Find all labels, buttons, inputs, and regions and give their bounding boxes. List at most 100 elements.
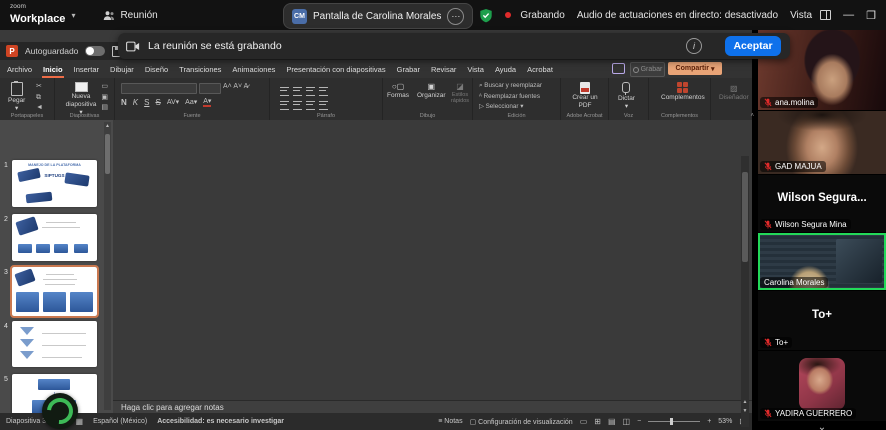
slide-thumbnail-panel: 1 MANEJO DE LA PLATAFORMA SIPTUGS 2 3 xyxy=(0,120,113,413)
info-icon[interactable]: i xyxy=(686,38,702,54)
font-name-combobox[interactable] xyxy=(121,83,197,94)
editing-group: ⌕ Buscar y reemplazar ᴬ Reemplazar fuent… xyxy=(473,78,561,120)
muted-mic-icon xyxy=(764,98,772,107)
participant-video-active-speaker[interactable]: Carolina Morales xyxy=(758,233,886,290)
ppt-record-button[interactable]: Grabar xyxy=(630,62,665,77)
tab-grabar[interactable]: Grabar xyxy=(396,62,421,78)
muted-mic-icon xyxy=(764,220,772,229)
autosave-toggle[interactable] xyxy=(85,46,105,56)
reading-view-icon[interactable]: ▤ xyxy=(608,417,616,426)
participant-video[interactable]: YADIRA GUERRERO xyxy=(758,351,886,421)
tab-presentacion[interactable]: Presentación con diapositivas xyxy=(285,62,386,78)
tab-archivo[interactable]: Archivo xyxy=(6,62,33,78)
restore-window-button[interactable]: ❐ xyxy=(866,9,876,22)
slide-sorter-icon[interactable]: ⊞ xyxy=(594,417,601,426)
dictate-button[interactable]: Dictar▾ xyxy=(618,82,635,111)
replace-fonts-item[interactable]: ᴬ Reemplazar fuentes xyxy=(479,92,542,103)
notes-placeholder: Haga clic para agregar notas xyxy=(121,403,224,412)
zoom-workplace-logo[interactable]: zoom Workplace xyxy=(10,4,65,27)
tab-animaciones[interactable]: Animaciones xyxy=(231,62,276,78)
notes-toggle[interactable]: ≡ Notas xyxy=(438,418,462,425)
participant-video[interactable]: GAD MAJUA xyxy=(758,111,886,174)
accept-button[interactable]: Aceptar xyxy=(725,36,781,56)
tab-shared-screen[interactable]: CM Pantalla de Carolina Morales ⋯ xyxy=(283,3,473,29)
font-grow-shrink-icons[interactable]: A˄ A˅ A̷ xyxy=(223,82,248,93)
layout-icons[interactable]: ▭▣▤ xyxy=(101,82,108,114)
new-slide-button[interactable]: Nueva diapositiva▾ xyxy=(61,82,101,116)
zoom-out-button[interactable]: − xyxy=(637,418,641,425)
language-status[interactable]: Español (México) xyxy=(93,418,147,425)
zoom-level[interactable]: 53% xyxy=(718,418,732,425)
participant-video[interactable]: To+ To+ xyxy=(758,291,886,350)
font-toggle-buttons[interactable]: N K S S AV▾ Aa▾ A▾ xyxy=(121,97,211,107)
bold-button[interactable]: N xyxy=(121,98,127,107)
participant-display-name: Wilson Segura... xyxy=(758,192,886,204)
tab-diseno[interactable]: Diseño xyxy=(144,62,169,78)
scroll-up-arrow-icon[interactable]: ▲ xyxy=(104,123,111,129)
zoom-annotation-bubble[interactable] xyxy=(42,393,78,429)
background-screen xyxy=(836,239,882,283)
addins-button[interactable]: Complementos xyxy=(661,82,705,102)
more-options-icon[interactable]: ⋯ xyxy=(447,8,464,25)
arrange-button[interactable]: ▣ Organizar xyxy=(417,82,446,99)
font-size-combobox[interactable] xyxy=(199,83,221,94)
slide-thumbnail-4[interactable] xyxy=(12,321,97,367)
participant-video[interactable]: Wilson Segura... Wilson Segura Mina xyxy=(758,175,886,232)
tab-inicio[interactable]: Inicio xyxy=(42,62,64,78)
tab-revisar[interactable]: Revisar xyxy=(430,62,457,78)
shapes-button[interactable]: ○▢ Formas xyxy=(387,82,409,99)
tab-vista[interactable]: Vista xyxy=(466,62,485,78)
pdf-icon xyxy=(580,82,590,94)
font-color-button[interactable]: A▾ xyxy=(203,97,211,107)
acrobat-group: Crear un PDF Adobe Acrobat xyxy=(561,78,609,120)
create-pdf-button[interactable]: Crear un PDF xyxy=(571,82,599,110)
paste-button[interactable]: Pegar▾ xyxy=(8,82,25,113)
prev-next-slide-buttons[interactable]: ▲▼ xyxy=(740,398,750,416)
powerpoint-app-icon: P xyxy=(6,45,18,57)
slideshow-icon[interactable]: ◫ xyxy=(623,417,631,426)
slide-thumbnail-3-selected[interactable] xyxy=(12,267,97,316)
tab-acrobat[interactable]: Acrobat xyxy=(526,62,554,78)
normal-view-icon[interactable]: ▭ xyxy=(580,417,588,426)
slide-thumbnail-2[interactable] xyxy=(12,214,97,261)
comments-icon[interactable] xyxy=(612,63,625,74)
voice-group: Dictar▾ Voz xyxy=(609,78,649,120)
minimize-button[interactable]: — xyxy=(843,9,854,21)
tab-insertar[interactable]: Insertar xyxy=(73,62,100,78)
tab-meeting[interactable]: Reunión xyxy=(103,10,157,21)
collapse-ribbon-icon[interactable]: ˄ xyxy=(750,113,754,119)
chevron-down-icon[interactable]: ▾ xyxy=(71,11,75,20)
display-settings[interactable]: ▢ Configuración de visualización xyxy=(470,418,573,426)
tab-dibujar[interactable]: Dibujar xyxy=(109,62,135,78)
change-case-button[interactable]: Aa▾ xyxy=(185,98,197,106)
participants-strip: ana.molina GAD MAJUA Wilson Segura... xyxy=(758,30,886,430)
notes-pane[interactable]: Haga clic para agregar notas xyxy=(113,400,752,413)
slide-thumbnail-1[interactable]: MANEJO DE LA PLATAFORMA SIPTUGS xyxy=(12,160,97,207)
initials-badge: CM xyxy=(292,9,307,24)
designer-icon: ▨ xyxy=(730,84,738,94)
view-menu[interactable]: Vista xyxy=(790,10,831,21)
tab-ayuda[interactable]: Ayuda xyxy=(494,62,517,78)
accessibility-status[interactable]: Accesibilidad: es necesario investigar xyxy=(157,418,284,425)
quick-styles-button[interactable]: ◪ Estilos rápidos xyxy=(449,82,471,105)
muted-mic-icon xyxy=(764,162,772,171)
find-replace-item[interactable]: ⌕ Buscar y reemplazar xyxy=(479,81,542,92)
more-participants-chevron[interactable]: ⌄ xyxy=(758,422,886,430)
microphone-icon xyxy=(622,82,630,93)
security-shield-icon[interactable] xyxy=(479,8,493,23)
thumbnail-number: 2 xyxy=(4,216,8,223)
underline-button[interactable]: S xyxy=(144,98,149,107)
zoom-slider[interactable] xyxy=(648,421,700,422)
cut-copy-format-icons[interactable]: ✂⧉◄ xyxy=(36,82,43,114)
designer-button[interactable]: ▨ Diseñador xyxy=(719,84,749,101)
italic-button[interactable]: K xyxy=(133,98,138,107)
strikethrough-button[interactable]: S xyxy=(155,98,160,107)
ppt-share-button[interactable]: Compartir▾ xyxy=(668,62,722,75)
zoom-title-bar: zoom Workplace ▾ Reunión CM Pantalla de … xyxy=(0,0,886,30)
tab-transiciones[interactable]: Transiciones xyxy=(178,62,222,78)
zoom-in-button[interactable]: + xyxy=(707,418,711,425)
char-spacing-button[interactable]: AV▾ xyxy=(167,98,179,106)
thumbnail-scrollbar[interactable]: ▲ xyxy=(104,122,111,410)
slide-scrollbar[interactable] xyxy=(741,156,749,427)
select-item[interactable]: ▷ Seleccionar ▾ xyxy=(479,102,542,113)
